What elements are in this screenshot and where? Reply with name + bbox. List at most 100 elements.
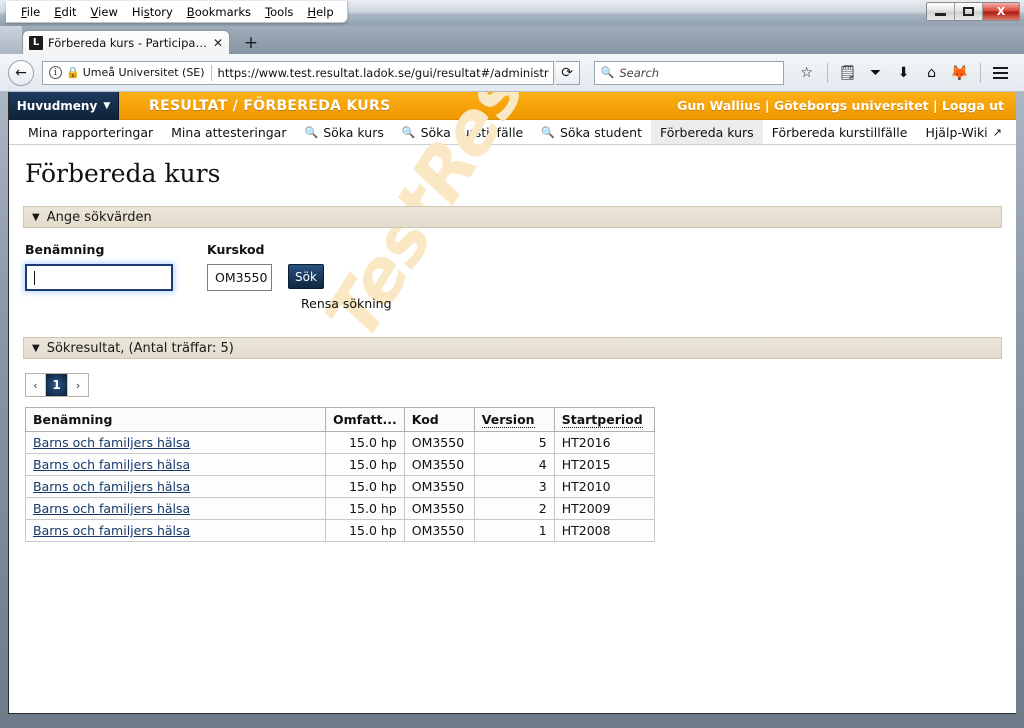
page-content: TestResultat Förbereda kurs ▼ Ange sökvä… xyxy=(9,92,1016,542)
firefox-account-icon[interactable]: 🦊 xyxy=(947,60,973,86)
search-submit-button[interactable]: Sök xyxy=(288,264,324,289)
browser-tab-title: Förbereda kurs - Participati... xyxy=(48,35,209,50)
hamburger-menu-icon[interactable] xyxy=(988,60,1014,86)
os-window: File Edit View History Bookmarks Tools H… xyxy=(0,0,1024,728)
table-row[interactable]: Barns och familjers hälsa 15.0 hp OM3550… xyxy=(25,453,655,476)
browser-search-box[interactable]: 🔍 Search xyxy=(593,60,784,85)
menu-item-edit[interactable]: Edit xyxy=(47,3,83,21)
search-panel-header[interactable]: ▼ Ange sökvärden xyxy=(23,206,1002,228)
cell-benamning: Barns och familjers hälsa xyxy=(25,453,326,476)
user-name: Gun Wallius xyxy=(677,98,761,113)
course-link[interactable]: Barns och familjers hälsa xyxy=(33,523,190,538)
column-header-omfattning[interactable]: Omfatt... xyxy=(325,407,405,432)
results-panel-title: Sökresultat, (Antal träffar: 5) xyxy=(46,340,234,356)
close-tab-icon[interactable]: ✕ xyxy=(213,37,223,49)
cell-version: 2 xyxy=(473,497,555,520)
search-icon: 🔍 xyxy=(600,66,615,79)
nav-tab-soka-kurstillfalle[interactable]: 🔍 Söka kurstillfälle xyxy=(393,120,532,144)
reader-list-icon[interactable]: 🗒 xyxy=(835,60,861,86)
bookmark-star-icon[interactable]: ☆ xyxy=(794,60,820,86)
table-row[interactable]: Barns och familjers hälsa 15.0 hp OM3550… xyxy=(25,475,655,498)
pocket-icon[interactable]: ⏷ xyxy=(863,60,889,86)
back-button[interactable]: ← xyxy=(8,59,34,86)
course-link[interactable]: Barns och familjers hälsa xyxy=(33,501,190,516)
pagination-prev-button[interactable]: ‹ xyxy=(26,374,46,396)
pagination-next-button[interactable]: › xyxy=(68,374,88,396)
site-info-icon[interactable]: i xyxy=(49,66,62,79)
nav-tab-forbereda-kurs[interactable]: Förbereda kurs xyxy=(650,120,763,144)
app-nav-tabs: Mina rapporteringar Mina attesteringar 🔍… xyxy=(9,120,1016,145)
cell-omfattning: 15.0 hp xyxy=(325,497,405,520)
logout-link[interactable]: Logga ut xyxy=(942,98,1004,113)
main-menu-button[interactable]: Huvudmeny ▼ xyxy=(9,92,119,120)
cell-kod: OM3550 xyxy=(403,497,475,520)
search-icon: 🔍 xyxy=(401,125,416,139)
close-button[interactable]: X xyxy=(983,3,1019,20)
pagination-page-1[interactable]: 1 xyxy=(46,374,68,396)
new-tab-button[interactable]: + xyxy=(238,32,264,54)
benamning-label: Benämning xyxy=(25,242,105,257)
results-table: Benämning Omfatt... Kod Version Startper… xyxy=(25,407,655,542)
course-link[interactable]: Barns och familjers hälsa xyxy=(33,435,190,450)
cell-benamning: Barns och familjers hälsa xyxy=(25,475,326,498)
results-panel-header[interactable]: ▼ Sökresultat, (Antal träffar: 5) xyxy=(23,337,1002,359)
cell-omfattning: 15.0 hp xyxy=(325,453,405,476)
nav-tab-soka-student[interactable]: 🔍 Söka student xyxy=(532,120,651,144)
cell-version: 5 xyxy=(473,431,555,454)
main-menu-label: Huvudmeny xyxy=(16,98,98,113)
nav-tab-forbereda-kurstillfalle[interactable]: Förbereda kurstillfälle xyxy=(763,120,917,144)
url-divider xyxy=(210,64,212,81)
url-text[interactable]: https://www.test.resultat.ladok.se/gui/r… xyxy=(218,66,549,80)
table-row[interactable]: Barns och familjers hälsa 15.0 hp OM3550… xyxy=(25,497,655,520)
tabstrip-left-edge xyxy=(0,26,22,54)
home-icon[interactable]: ⌂ xyxy=(919,60,945,86)
nav-tab-label: Söka student xyxy=(559,124,642,140)
site-identity-label: Umeå Universitet (SE) xyxy=(82,66,205,79)
maximize-button[interactable] xyxy=(955,3,983,20)
cell-startperiod: HT2016 xyxy=(553,431,655,454)
reload-button[interactable]: ⟳ xyxy=(555,60,580,85)
cell-startperiod: HT2015 xyxy=(553,453,655,476)
user-session-info: Gun Wallius | Göteborgs universitet | Lo… xyxy=(677,98,1004,113)
chevron-down-icon: ▼ xyxy=(32,211,40,223)
column-header-benamning[interactable]: Benämning xyxy=(25,407,326,432)
table-row[interactable]: Barns och familjers hälsa 15.0 hp OM3550… xyxy=(25,519,655,542)
back-arrow-icon: ← xyxy=(15,64,27,81)
toolbar-divider-1 xyxy=(826,62,828,83)
nav-tab-label: Mina rapporteringar xyxy=(28,124,154,140)
cell-omfattning: 15.0 hp xyxy=(325,519,405,542)
browser-navbar: ← i 🔒 Umeå Universitet (SE) https://www.… xyxy=(0,54,1024,92)
table-row[interactable]: Barns och familjers hälsa 15.0 hp OM3550… xyxy=(25,431,655,454)
menu-item-file[interactable]: File xyxy=(14,3,47,21)
menu-item-tools[interactable]: Tools xyxy=(258,3,300,21)
downloads-icon[interactable]: ⬇ xyxy=(891,60,917,86)
column-header-startperiod[interactable]: Startperiod xyxy=(553,407,655,432)
course-link[interactable]: Barns och familjers hälsa xyxy=(33,479,190,494)
minimize-icon xyxy=(935,12,946,16)
browser-tab-active[interactable]: L Förbereda kurs - Participati... ✕ xyxy=(22,30,230,54)
nav-tab-hjalp-wiki[interactable]: Hjälp-Wiki ↗ xyxy=(916,120,1010,144)
benamning-input[interactable] xyxy=(25,264,173,291)
browser-toolbar-icons: ☆ 🗒 ⏷ ⬇ ⌂ 🦊 xyxy=(794,60,1014,86)
minimize-button[interactable] xyxy=(927,3,955,20)
menu-item-help[interactable]: Help xyxy=(300,3,340,21)
clear-search-link[interactable]: Rensa sökning xyxy=(301,296,1002,311)
kurskod-field-group: Kurskod OM3550 xyxy=(207,242,272,291)
column-header-kod[interactable]: Kod xyxy=(403,407,475,432)
nav-tab-soka-kurs[interactable]: 🔍 Söka kurs xyxy=(295,120,392,144)
browser-search-placeholder: Search xyxy=(619,65,660,80)
menu-item-history[interactable]: History xyxy=(125,3,180,21)
column-header-version[interactable]: Version xyxy=(473,407,555,432)
menu-item-view[interactable]: View xyxy=(84,3,125,21)
course-link[interactable]: Barns och familjers hälsa xyxy=(33,457,190,472)
cell-benamning: Barns och familjers hälsa xyxy=(25,519,326,542)
window-controls: X xyxy=(926,2,1020,21)
page-breadcrumb-title: RESULTAT / FÖRBEREDA KURS xyxy=(149,97,391,114)
search-form: Benämning Kurskod OM3550 Sök xyxy=(25,242,1002,291)
nav-tab-mina-attesteringar[interactable]: Mina attesteringar xyxy=(162,120,295,144)
nav-tab-mina-rapporteringar[interactable]: Mina rapporteringar xyxy=(19,120,162,144)
url-bar[interactable]: i 🔒 Umeå Universitet (SE) https://www.te… xyxy=(42,60,554,85)
menu-item-bookmarks[interactable]: Bookmarks xyxy=(180,3,258,21)
cell-startperiod: HT2008 xyxy=(553,519,655,542)
kurskod-input[interactable]: OM3550 xyxy=(207,264,272,291)
